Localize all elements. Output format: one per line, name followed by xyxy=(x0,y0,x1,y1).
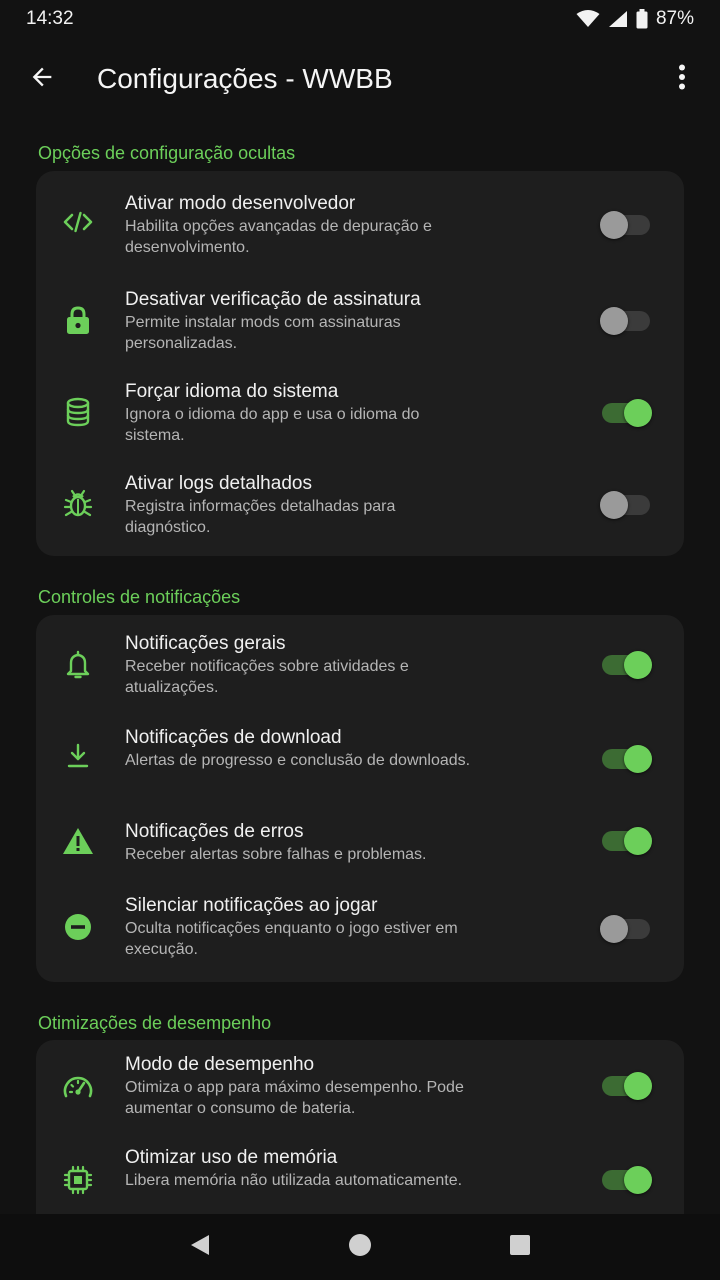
setting-description: Oculta notificações enquanto o jogo esti… xyxy=(125,920,458,958)
setting-description: Receber alertas sobre falhas e problemas… xyxy=(125,846,427,863)
settings-list[interactable]: Opções de configuração ocultas Ativar mo… xyxy=(0,120,720,1214)
card-notifications: Notificações gerais Receber notificações… xyxy=(36,615,684,982)
setting-title: Ativar modo desenvolvedor xyxy=(125,193,356,214)
lock-icon xyxy=(60,302,96,338)
section-title-notifications: Controles de notificações xyxy=(38,587,241,607)
section-title-hidden-options: Opções de configuração ocultas xyxy=(38,143,296,163)
section-title-performance: Otimizações de desempenho xyxy=(38,1013,272,1033)
silence-while-gaming-switch[interactable] xyxy=(600,915,650,943)
circle-home-icon xyxy=(348,1233,372,1262)
card-hidden-options: Ativar modo desenvolvedor Habilita opçõe… xyxy=(36,171,684,556)
developer-mode-switch[interactable] xyxy=(600,211,650,239)
setting-error-notifications[interactable]: Notificações de erros Receber alertas so… xyxy=(36,803,684,877)
setting-description: Receber notificações sobre atividades e … xyxy=(125,658,409,696)
more-vert-icon xyxy=(678,64,686,95)
setting-title: Notificações de download xyxy=(125,727,342,748)
download-icon xyxy=(60,738,96,774)
nav-home-button[interactable] xyxy=(330,1217,390,1277)
setting-description: Permite instalar mods com assinaturas pe… xyxy=(125,314,401,352)
speedometer-icon xyxy=(60,1068,96,1104)
setting-title: Forçar idioma do sistema xyxy=(125,381,339,402)
memory-optimization-switch[interactable] xyxy=(602,1166,652,1194)
code-icon xyxy=(60,204,96,240)
bell-icon xyxy=(60,647,96,683)
setting-description: Habilita opções avançadas de depuração e… xyxy=(125,218,432,256)
setting-title: Notificações gerais xyxy=(125,633,286,654)
setting-general-notifications[interactable]: Notificações gerais Receber notificações… xyxy=(36,615,684,709)
force-system-language-switch[interactable] xyxy=(602,399,652,427)
setting-title: Ativar logs detalhados xyxy=(125,473,312,494)
detailed-logs-switch[interactable] xyxy=(600,491,650,519)
performance-mode-switch[interactable] xyxy=(602,1072,652,1100)
battery-level: 87% xyxy=(655,8,694,29)
download-notifications-switch[interactable] xyxy=(602,745,652,773)
system-navigation-bar xyxy=(0,1214,720,1280)
setting-force-system-language[interactable]: Forçar idioma do sistema Ignora o idioma… xyxy=(36,359,684,451)
status-time: 14:32 xyxy=(26,8,74,29)
back-button[interactable] xyxy=(18,55,66,103)
card-performance: Modo de desempenho Otimiza o app para má… xyxy=(36,1040,684,1214)
warning-icon xyxy=(60,823,96,859)
setting-title: Desativar verificação de assinatura xyxy=(125,289,421,310)
do-not-disturb-icon xyxy=(60,909,96,945)
bug-icon xyxy=(60,486,96,522)
setting-silence-while-gaming[interactable]: Silenciar notificações ao jogar Oculta n… xyxy=(36,877,684,982)
setting-description: Otimiza o app para máximo desempenho. Po… xyxy=(125,1079,464,1117)
status-bar: 14:32 87% xyxy=(0,0,720,38)
setting-detailed-logs[interactable]: Ativar logs detalhados Registra informaç… xyxy=(36,451,684,556)
arrow-back-icon xyxy=(28,63,56,96)
setting-download-notifications[interactable]: Notificações de download Alertas de prog… xyxy=(36,709,684,803)
setting-description: Ignora o idioma do app e usa o idioma do… xyxy=(125,406,420,444)
setting-memory-optimization[interactable]: Otimizar uso de memória Libera memória n… xyxy=(36,1132,684,1214)
setting-title: Notificações de erros xyxy=(125,821,304,842)
triangle-back-icon xyxy=(189,1233,211,1262)
nav-recents-button[interactable] xyxy=(490,1217,550,1277)
general-notifications-switch[interactable] xyxy=(602,651,652,679)
memory-chip-icon xyxy=(60,1162,96,1198)
setting-title: Otimizar uso de memória xyxy=(125,1147,338,1168)
database-icon xyxy=(60,394,96,430)
setting-signature-verification[interactable]: Desativar verificação de assinatura Perm… xyxy=(36,267,684,359)
nav-back-button[interactable] xyxy=(170,1217,230,1277)
setting-title: Modo de desempenho xyxy=(125,1054,315,1075)
square-recents-icon xyxy=(509,1234,531,1261)
signature-verification-switch[interactable] xyxy=(600,307,650,335)
setting-description: Alertas de progresso e conclusão de down… xyxy=(125,752,471,769)
wifi-icon xyxy=(576,10,600,28)
setting-description: Libera memória não utilizada automaticam… xyxy=(125,1172,463,1189)
setting-title: Silenciar notificações ao jogar xyxy=(125,895,378,916)
more-options-button[interactable] xyxy=(662,55,702,103)
error-notifications-switch[interactable] xyxy=(602,827,652,855)
setting-description: Registra informações detalhadas para dia… xyxy=(125,498,396,536)
page-title: Configurações - WWBB xyxy=(97,63,393,94)
setting-developer-mode[interactable]: Ativar modo desenvolvedor Habilita opçõe… xyxy=(36,171,684,267)
setting-performance-mode[interactable]: Modo de desempenho Otimiza o app para má… xyxy=(36,1040,684,1132)
battery-icon xyxy=(636,9,648,29)
app-bar: Configurações - WWBB xyxy=(0,38,720,120)
signal-icon xyxy=(608,10,628,28)
